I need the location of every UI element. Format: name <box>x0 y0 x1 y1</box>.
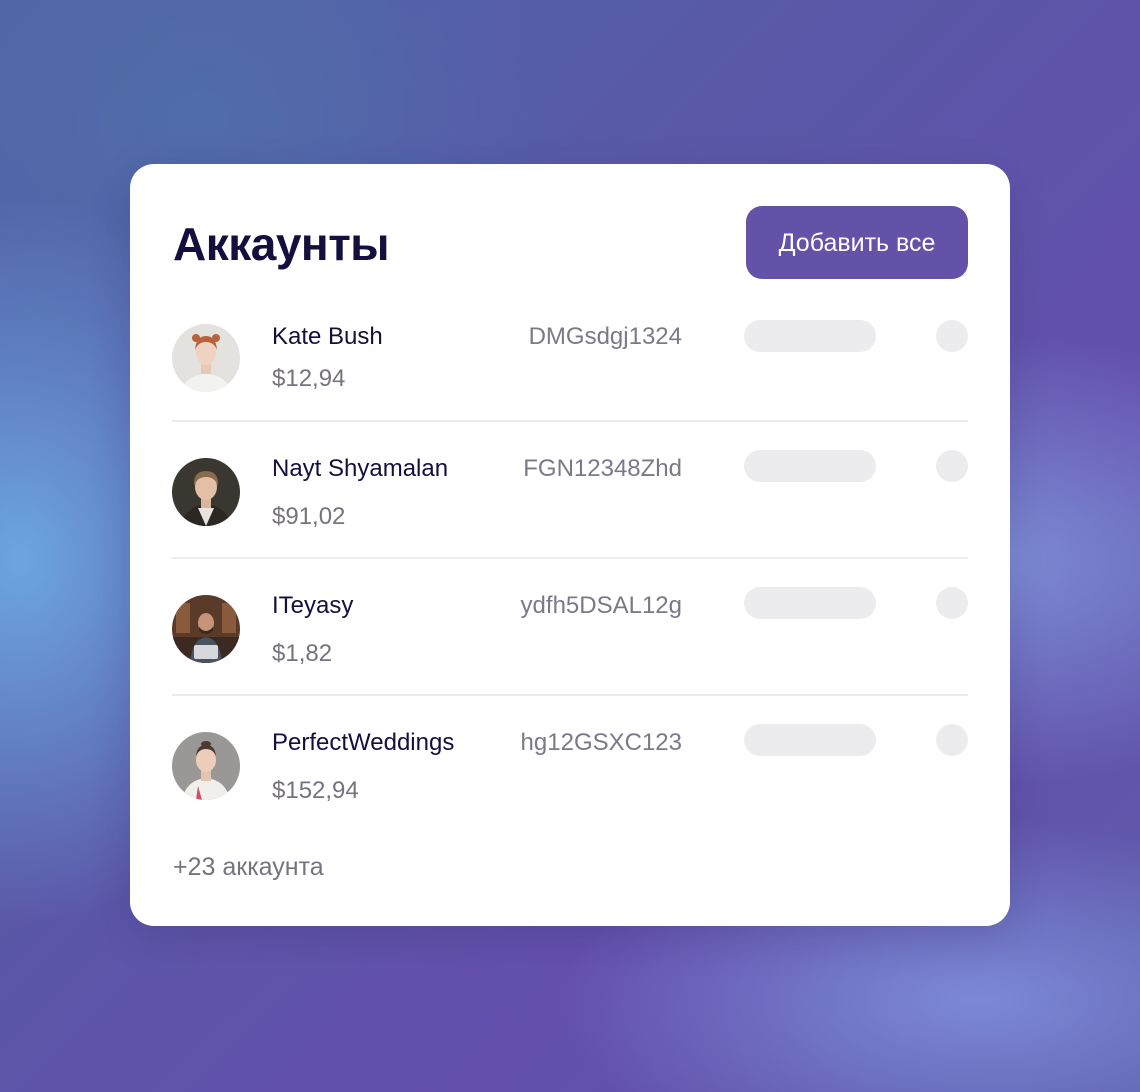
account-code: ydfh5DSAL12g <box>520 592 682 619</box>
account-amount: $152,94 <box>272 777 359 804</box>
select-toggle[interactable] <box>936 724 968 756</box>
account-amount: $91,02 <box>272 503 346 530</box>
account-amount: $1,82 <box>272 640 333 667</box>
divider <box>172 694 968 696</box>
avatar <box>172 595 240 663</box>
account-code: hg12GSXC123 <box>520 729 682 756</box>
account-row[interactable]: ITeyasy $1,82 ydfh5DSAL12g <box>130 586 1010 723</box>
divider <box>172 557 968 559</box>
account-row[interactable]: Kate Bush $12,94 DMGsdgj1324 <box>130 314 1010 451</box>
card-title: Аккаунты <box>173 218 390 270</box>
account-amount: $12,94 <box>272 365 346 392</box>
account-name: Kate Bush <box>272 323 383 350</box>
select-toggle[interactable] <box>936 587 968 619</box>
account-name: ITeyasy <box>272 592 354 619</box>
status-placeholder <box>744 320 876 352</box>
account-row[interactable]: Nayt Shyamalan $91,02 FGN12348Zhd <box>130 449 1010 586</box>
status-placeholder <box>744 724 876 756</box>
add-all-button[interactable]: Добавить все <box>746 206 968 279</box>
account-code: FGN12348Zhd <box>523 455 682 482</box>
account-code: DMGsdgj1324 <box>528 323 682 350</box>
more-accounts-link[interactable]: +23 аккаунта <box>173 852 324 882</box>
status-placeholder <box>744 450 876 482</box>
account-name: PerfectWeddings <box>272 729 455 756</box>
select-toggle[interactable] <box>936 320 968 352</box>
avatar <box>172 458 240 526</box>
accounts-card: Аккаунты Добавить все Kate Bush $12,94 D… <box>130 164 1010 926</box>
select-toggle[interactable] <box>936 450 968 482</box>
avatar <box>172 732 240 800</box>
account-row[interactable]: PerfectWeddings $152,94 hg12GSXC123 <box>130 723 1010 860</box>
divider <box>172 420 968 422</box>
account-name: Nayt Shyamalan <box>272 455 449 482</box>
status-placeholder <box>744 587 876 619</box>
avatar <box>172 324 240 392</box>
